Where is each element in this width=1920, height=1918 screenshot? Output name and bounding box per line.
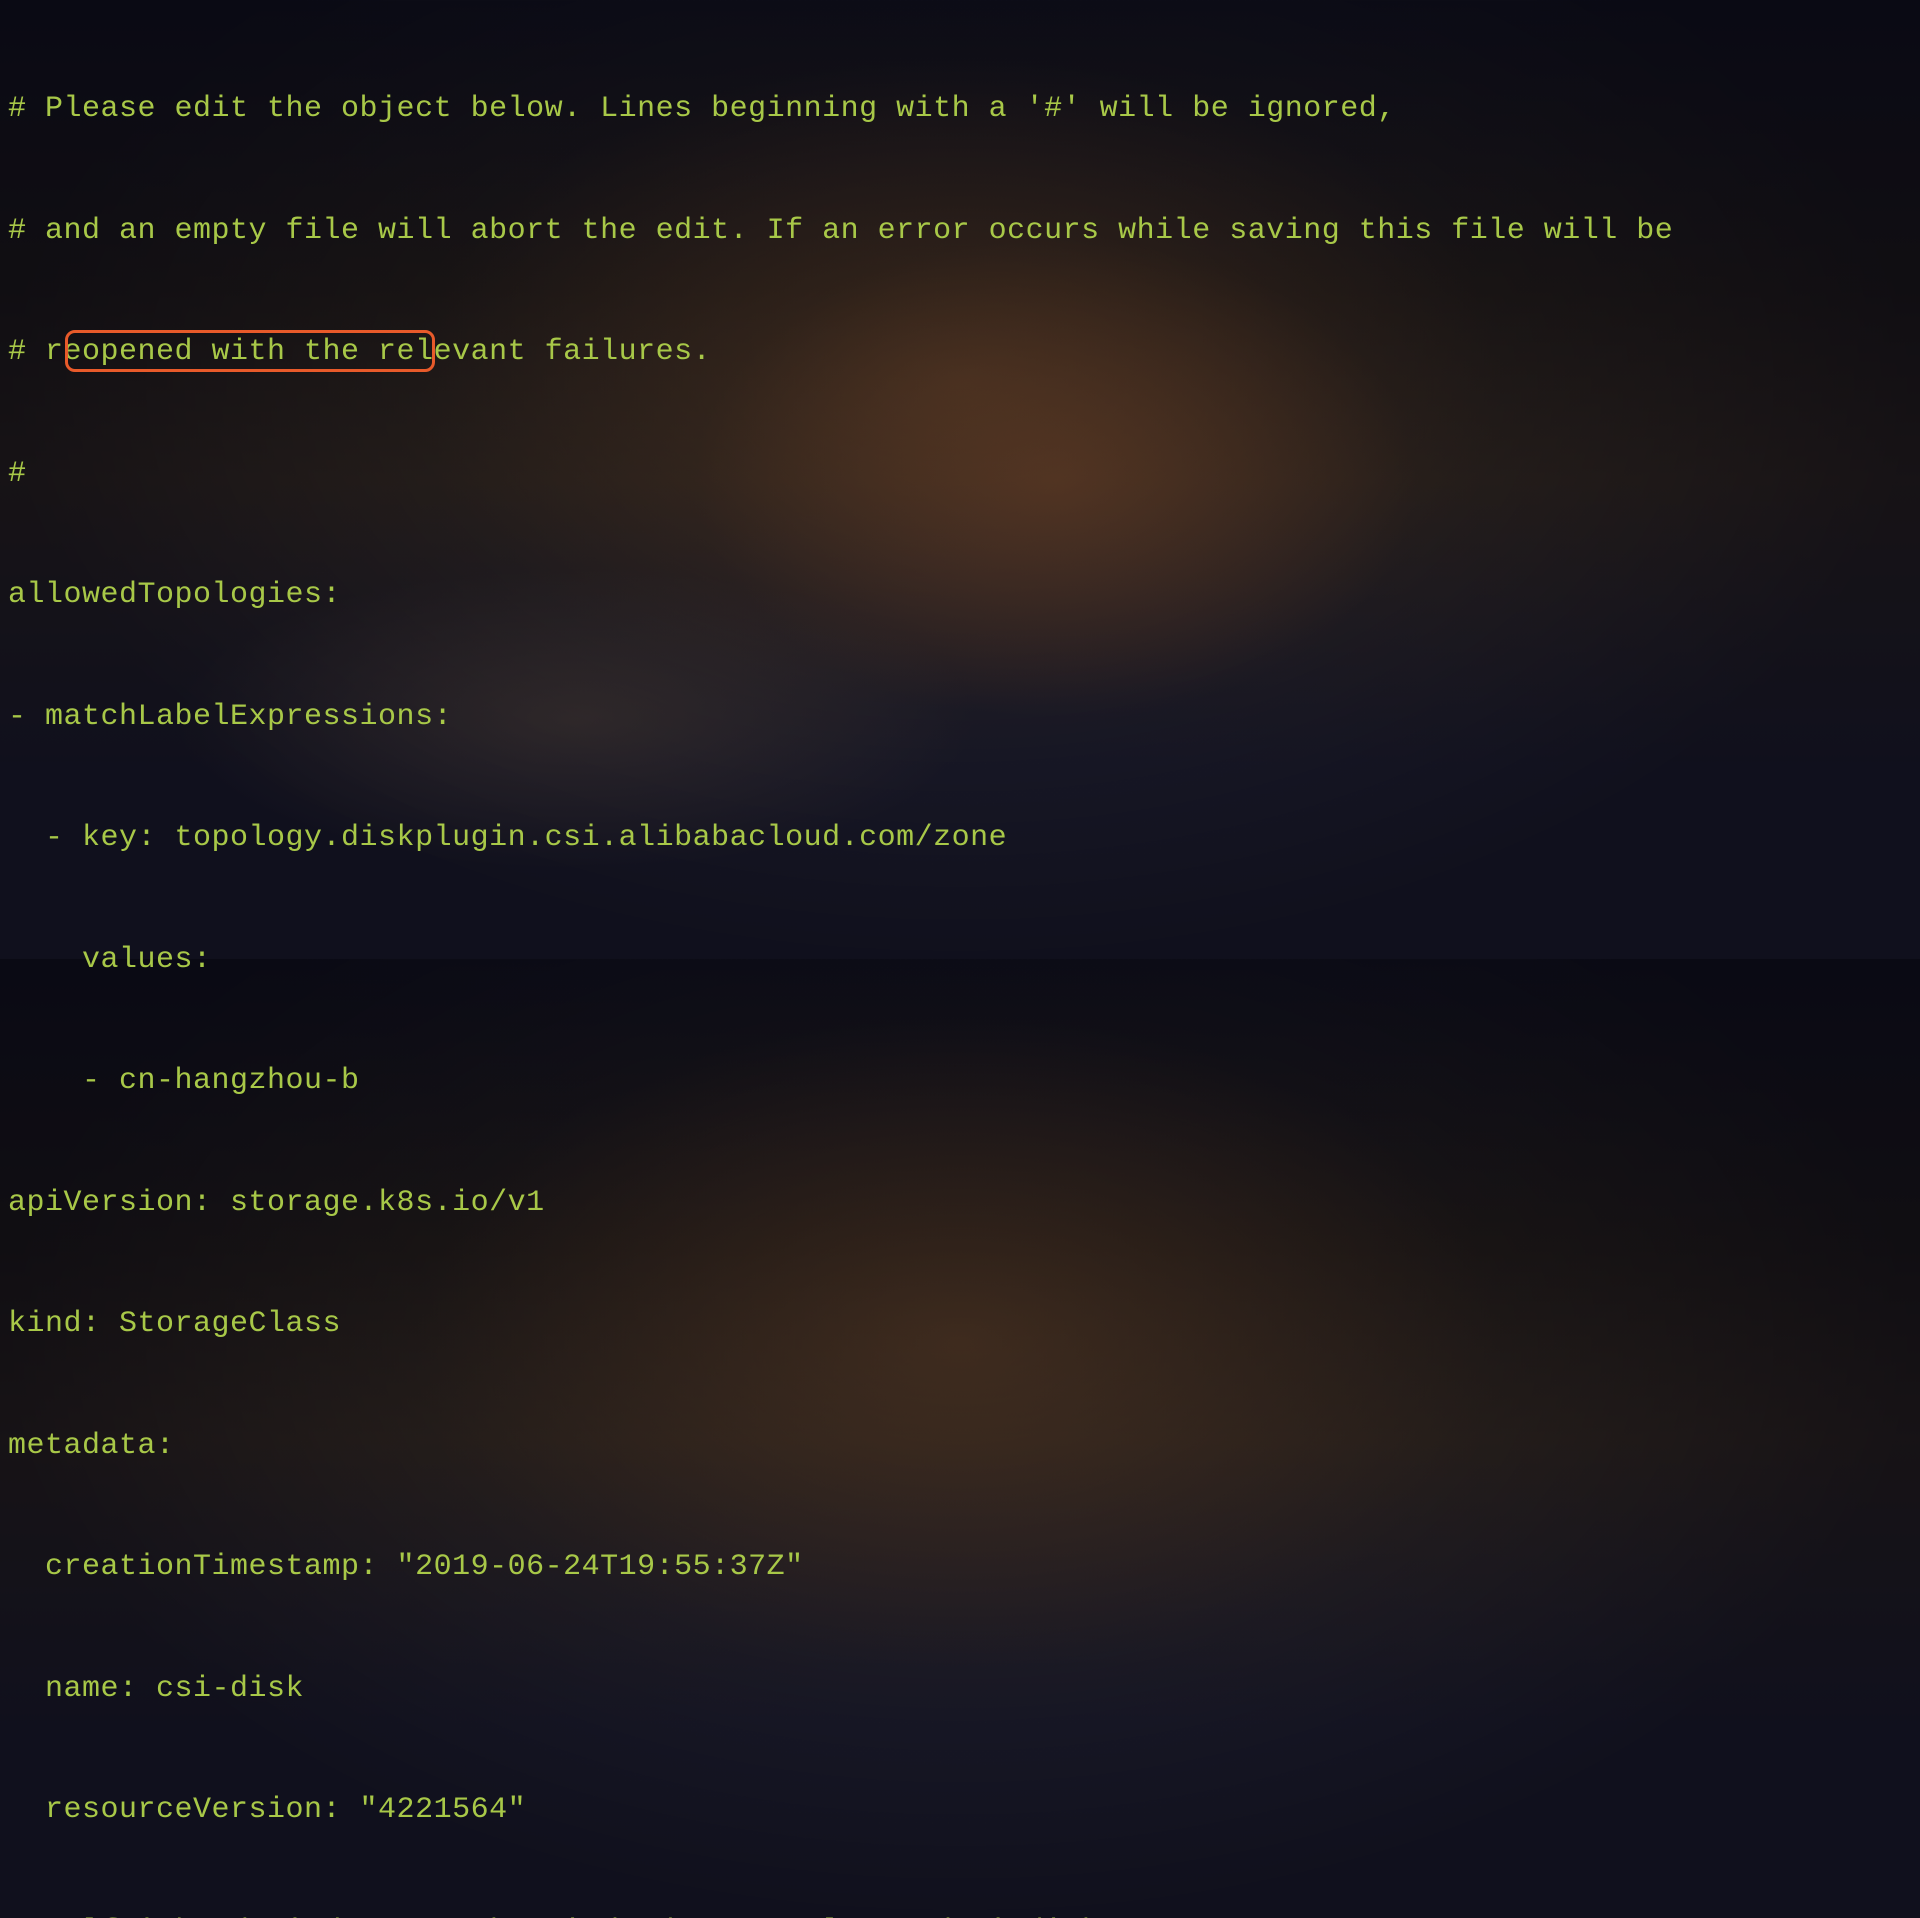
editor-line[interactable]: # reopened with the relevant failures. xyxy=(8,332,1920,373)
editor-line[interactable]: # Please edit the object below. Lines be… xyxy=(8,89,1920,130)
editor-line[interactable]: - matchLabelExpressions: xyxy=(8,697,1920,738)
editor-line[interactable]: creationTimestamp: "2019-06-24T19:55:37Z… xyxy=(8,1547,1920,1588)
editor-line[interactable]: name: csi-disk xyxy=(8,1669,1920,1710)
editor-line[interactable]: resourceVersion: "4221564" xyxy=(8,1790,1920,1831)
editor-line[interactable]: # xyxy=(8,454,1920,495)
editor-line[interactable]: kind: StorageClass xyxy=(8,1304,1920,1345)
editor-line[interactable]: - cn-hangzhou-b xyxy=(8,1061,1920,1102)
editor-line[interactable]: metadata: xyxy=(8,1426,1920,1467)
editor-line[interactable]: allowedTopologies: xyxy=(8,575,1920,616)
editor-line[interactable]: values: xyxy=(8,940,1920,981)
editor-line[interactable]: # and an empty file will abort the edit.… xyxy=(8,211,1920,252)
editor-line[interactable]: apiVersion: storage.k8s.io/v1 xyxy=(8,1183,1920,1224)
editor-viewport[interactable]: # Please edit the object below. Lines be… xyxy=(0,0,1920,1918)
editor-line[interactable]: - key: topology.diskplugin.csi.alibabacl… xyxy=(8,818,1920,859)
editor-line[interactable]: selfLink: /apis/storage.k8s.io/v1/storag… xyxy=(8,1912,1920,1918)
